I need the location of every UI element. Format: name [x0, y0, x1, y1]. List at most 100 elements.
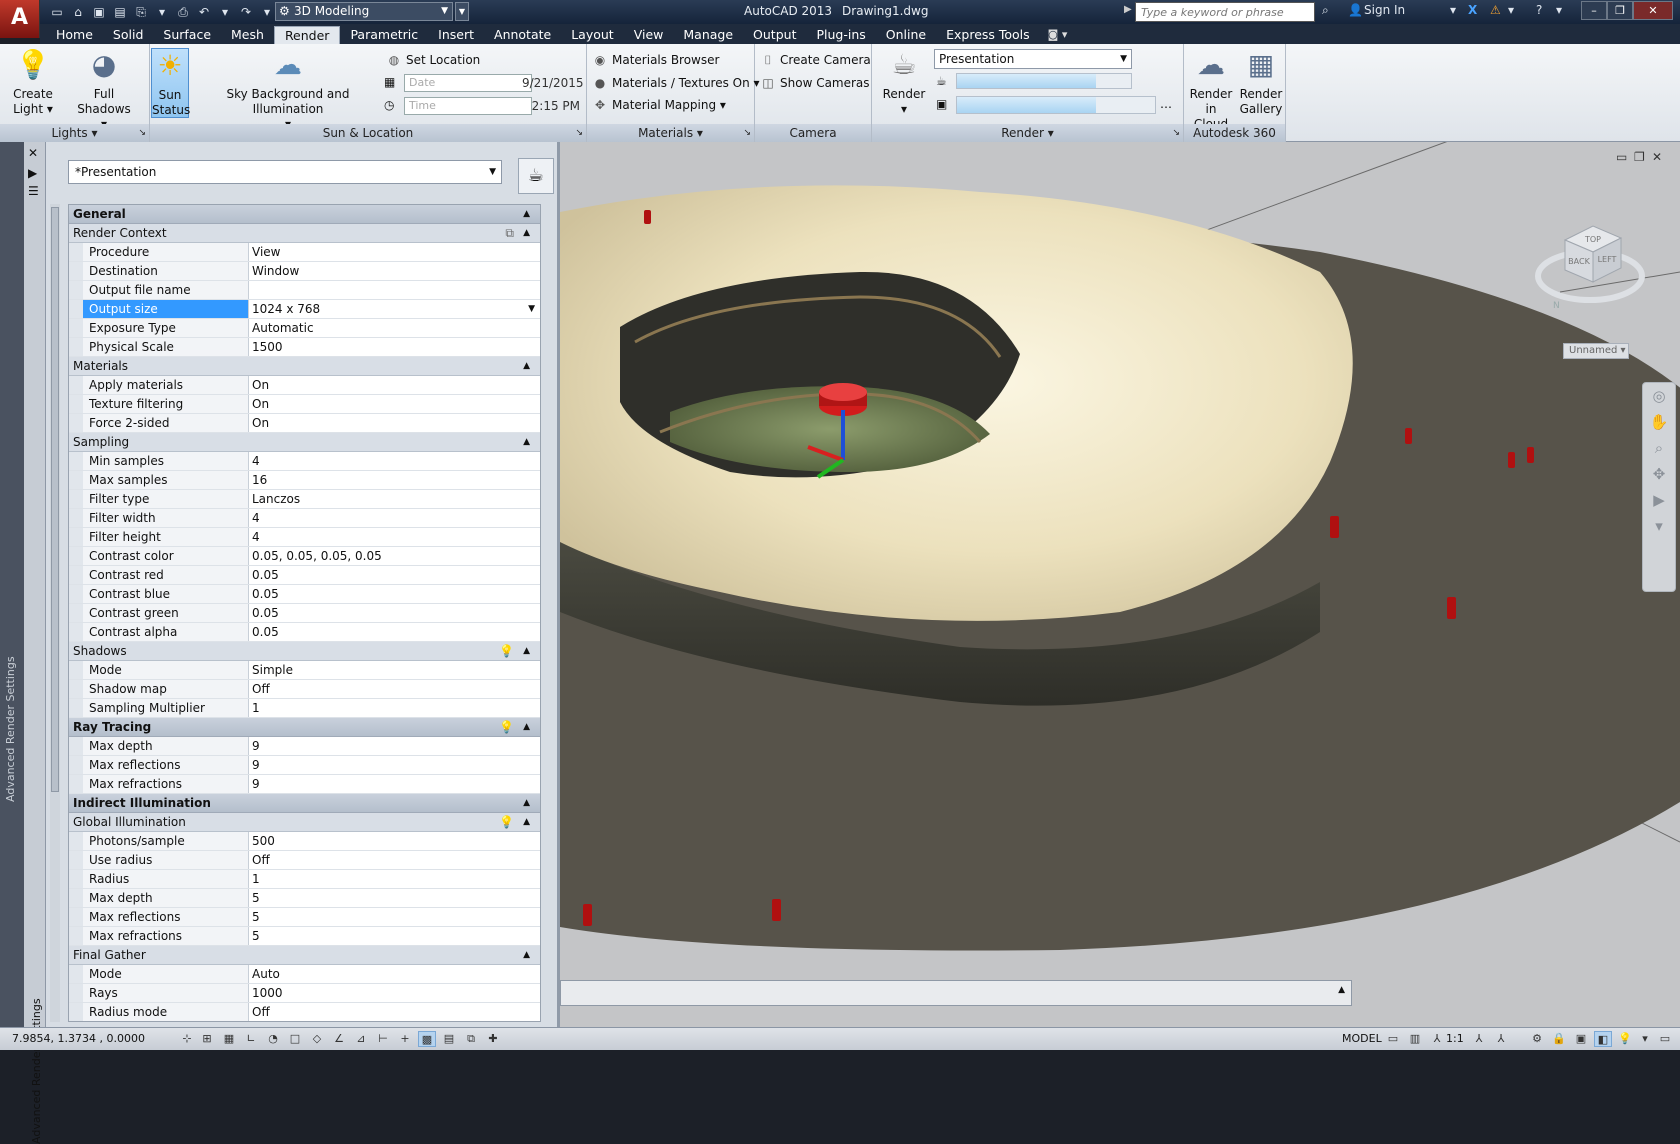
- quick-properties-icon[interactable]: ▤: [440, 1031, 458, 1047]
- dialog-launcher-icon[interactable]: ↘: [575, 124, 583, 142]
- property-value[interactable]: 0.05: [249, 566, 540, 584]
- collapse-icon[interactable]: ▲: [523, 946, 530, 965]
- viewport-restore-icon[interactable]: ❐: [1634, 150, 1645, 164]
- light-bulb-icon[interactable]: 💡: [499, 718, 514, 737]
- autohide-icon[interactable]: ▶: [28, 166, 37, 180]
- collapse-icon[interactable]: ▲: [523, 205, 530, 224]
- ucs-menu[interactable]: Unnamed ▾: [1563, 343, 1629, 359]
- property-value[interactable]: 5: [249, 889, 540, 907]
- property-row[interactable]: Sampling Multiplier 1: [69, 699, 540, 718]
- section-header[interactable]: Ray Tracing 💡 ▲: [69, 718, 540, 737]
- property-value[interactable]: 9: [249, 756, 540, 774]
- property-value[interactable]: Window: [249, 262, 540, 280]
- lineweight-icon[interactable]: +: [396, 1031, 414, 1047]
- property-value[interactable]: On: [249, 395, 540, 413]
- properties-icon[interactable]: ☰: [28, 184, 39, 198]
- tab-insert[interactable]: Insert: [428, 26, 484, 44]
- dialog-launcher-icon[interactable]: ↘: [138, 124, 146, 142]
- property-row[interactable]: Output size 1024 x 768 ▼: [69, 300, 540, 319]
- subsection-header[interactable]: Materials ▲: [69, 357, 540, 376]
- render-gallery-button[interactable]: ▦ Render Gallery: [1238, 48, 1284, 117]
- tab-mesh[interactable]: Mesh: [221, 26, 274, 44]
- lock-icon[interactable]: 🔒: [1550, 1031, 1568, 1047]
- isolate-objects-icon[interactable]: ◧: [1594, 1031, 1612, 1047]
- tab-plug-ins[interactable]: Plug-ins: [806, 26, 875, 44]
- help-dropdown-icon[interactable]: ▾: [1556, 3, 1562, 17]
- property-value[interactable]: 0.05: [249, 604, 540, 622]
- property-row[interactable]: Destination Window: [69, 262, 540, 281]
- undo-icon[interactable]: ↶: [195, 4, 213, 21]
- property-row[interactable]: Texture filtering On: [69, 395, 540, 414]
- tab-layout[interactable]: Layout: [561, 26, 624, 44]
- property-value[interactable]: Off: [249, 1003, 540, 1021]
- property-value[interactable]: 0.05: [249, 585, 540, 603]
- property-value[interactable]: 16: [249, 471, 540, 489]
- redo-dropdown-icon[interactable]: ▾: [258, 4, 276, 21]
- dock-tab-title[interactable]: Advanced Render Settings: [4, 656, 17, 802]
- tab-surface[interactable]: Surface: [153, 26, 221, 44]
- annotation-visibility-icon[interactable]: ⅄: [1470, 1031, 1488, 1047]
- property-value[interactable]: On: [249, 414, 540, 432]
- property-row[interactable]: Max samples 16: [69, 471, 540, 490]
- steering-wheel-icon[interactable]: ◎: [1643, 383, 1675, 409]
- dynamic-ucs-icon[interactable]: ⊿: [352, 1031, 370, 1047]
- minimize-button[interactable]: –: [1581, 1, 1607, 20]
- open-icon[interactable]: ⌂: [69, 4, 87, 21]
- property-row[interactable]: Contrast red 0.05: [69, 566, 540, 585]
- selection-cycling-icon[interactable]: ⧉: [462, 1031, 480, 1047]
- property-value[interactable]: Off: [249, 680, 540, 698]
- pan-icon[interactable]: ✋: [1643, 409, 1675, 435]
- property-value[interactable]: Automatic: [249, 319, 540, 337]
- render-preset-select[interactable]: Presentation ▼: [934, 49, 1132, 69]
- property-value[interactable]: 9: [249, 775, 540, 793]
- snap-mode-icon[interactable]: ⊞: [198, 1031, 216, 1047]
- command-history-icon[interactable]: ▲: [1338, 985, 1345, 995]
- property-value[interactable]: 4: [249, 509, 540, 527]
- time-slider[interactable]: Time: [404, 97, 532, 115]
- property-row[interactable]: Max reflections 9: [69, 756, 540, 775]
- property-row[interactable]: Max depth 5: [69, 889, 540, 908]
- annotation-monitor-icon[interactable]: ✚: [484, 1031, 502, 1047]
- materials-browser-button[interactable]: ◉ Materials Browser: [592, 50, 720, 70]
- date-slider[interactable]: Date: [404, 74, 532, 92]
- property-row[interactable]: Contrast blue 0.05: [69, 585, 540, 604]
- more-options-icon[interactable]: …: [1160, 94, 1172, 114]
- restore-button[interactable]: ❐: [1607, 1, 1633, 20]
- tab-output[interactable]: Output: [743, 26, 806, 44]
- property-row[interactable]: Force 2-sided On: [69, 414, 540, 433]
- collapse-icon[interactable]: ▲: [523, 224, 530, 243]
- property-row[interactable]: Max depth 9: [69, 737, 540, 756]
- workspace-switching-icon[interactable]: ⚙: [1528, 1031, 1546, 1047]
- clean-screen-icon[interactable]: ▭: [1656, 1031, 1674, 1047]
- sun-status-button[interactable]: ☀ Sun Status: [151, 48, 190, 118]
- full-shadows-button[interactable]: ◕ Full Shadows▾: [66, 48, 142, 132]
- coordinates-readout[interactable]: 7.9854, 1.3734 , 0.0000: [12, 1032, 145, 1045]
- tab-annotate[interactable]: Annotate: [484, 26, 561, 44]
- object-snap-tracking-icon[interactable]: ∠: [330, 1031, 348, 1047]
- tab-express-tools[interactable]: Express Tools: [936, 26, 1040, 44]
- property-value[interactable]: 1000: [249, 984, 540, 1002]
- property-row[interactable]: Procedure View: [69, 243, 540, 262]
- subsection-header[interactable]: Global Illumination 💡 ▲: [69, 813, 540, 832]
- light-bulb-icon[interactable]: 💡: [499, 642, 514, 661]
- copy-icon[interactable]: ⧉: [505, 224, 514, 243]
- property-row[interactable]: Apply materials On: [69, 376, 540, 395]
- stay-connected-icon[interactable]: ⚠: [1490, 3, 1501, 17]
- show-cameras-button[interactable]: ◫ Show Cameras: [760, 73, 869, 93]
- property-value[interactable]: Lanczos: [249, 490, 540, 508]
- grid-display-icon[interactable]: ▦: [220, 1031, 238, 1047]
- property-row[interactable]: Use radius Off: [69, 851, 540, 870]
- ortho-mode-icon[interactable]: ∟: [242, 1031, 260, 1047]
- property-row[interactable]: Filter type Lanczos: [69, 490, 540, 509]
- polar-tracking-icon[interactable]: ◔: [264, 1031, 282, 1047]
- property-row[interactable]: Shadow map Off: [69, 680, 540, 699]
- property-value[interactable]: View: [249, 243, 540, 261]
- property-value[interactable]: 1024 x 768 ▼: [249, 300, 540, 318]
- property-row[interactable]: Radius mode Off: [69, 1003, 540, 1021]
- collapse-icon[interactable]: ▲: [523, 357, 530, 376]
- property-value[interactable]: Off: [249, 851, 540, 869]
- manage-presets-button[interactable]: ☕: [518, 158, 554, 194]
- tab-solid[interactable]: Solid: [103, 26, 153, 44]
- property-value[interactable]: 4: [249, 528, 540, 546]
- orbit-icon[interactable]: ✥: [1643, 461, 1675, 487]
